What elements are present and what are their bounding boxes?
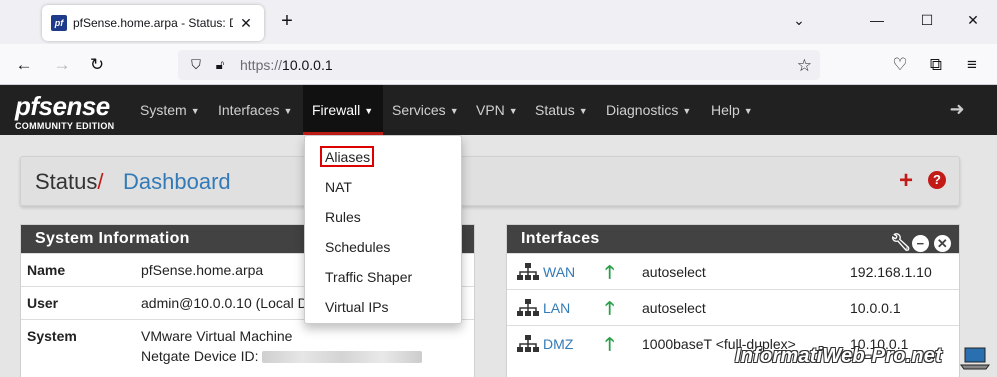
panel-title: Interfaces 🔧︎ − ✕ (507, 225, 959, 253)
interface-link-wan[interactable]: WAN (543, 264, 575, 280)
caret-down-icon: ▼ (508, 106, 518, 117)
caret-down-icon: ▼ (190, 106, 200, 117)
browser-nav-bar: ← → ↻ ⛉ 🔓︎ https://10.0.0.1 ☆ ♡ ⧉ ≡ (0, 44, 997, 85)
caret-down-icon: ▼ (364, 106, 374, 117)
pocket-icon[interactable]: ♡ (888, 53, 912, 77)
network-icon (517, 263, 539, 280)
caret-down-icon: ▼ (743, 106, 753, 117)
lock-warning-icon[interactable]: 🔓︎ (212, 57, 228, 73)
pfsense-logo[interactable]: pfsense COMMUNITY EDITION (15, 91, 123, 131)
url-bar[interactable]: ⛉ 🔓︎ https://10.0.0.1 ☆ (178, 50, 820, 80)
close-panel-icon[interactable]: ✕ (934, 235, 951, 252)
browser-tab-bar: pf pfSense.home.arpa - Status: Da ✕ + ⌄ … (0, 0, 997, 44)
tab-close-icon[interactable]: ✕ (236, 13, 256, 33)
menu-vpn[interactable]: VPN ▼ (476, 85, 518, 135)
firewall-dropdown-menu: Aliases NAT Rules Schedules Traffic Shap… (304, 135, 462, 324)
table-row: LAN 🡑 autoselect 10.0.0.1 (507, 289, 959, 325)
new-tab-icon[interactable]: + (276, 10, 298, 32)
interface-link-dmz[interactable]: DMZ (543, 336, 573, 352)
back-arrow-icon[interactable]: ← (12, 53, 36, 77)
breadcrumb-section: Status/ (35, 169, 104, 194)
browser-tab[interactable]: pf pfSense.home.arpa - Status: Da ✕ (42, 5, 264, 41)
caret-down-icon: ▼ (682, 106, 692, 117)
menu-item-traffic-shaper[interactable]: Traffic Shaper (325, 269, 412, 285)
menu-diagnostics[interactable]: Diagnostics ▼ (606, 85, 691, 135)
blurred-device-id (262, 351, 423, 364)
caret-down-icon: ▼ (283, 106, 293, 117)
watermark: InformatiWeb-Pro.net (735, 345, 942, 367)
url-text[interactable]: https://10.0.0.1 (240, 57, 333, 73)
wrench-icon[interactable]: 🔧︎ (890, 234, 912, 251)
app-menu-icon[interactable]: ≡ (960, 53, 984, 77)
forward-arrow-icon[interactable]: → (50, 53, 74, 77)
status-up-arrow-icon: 🡑 (605, 298, 615, 318)
page-content: Status/ Dashboard + ? System Information… (0, 135, 997, 377)
tab-title: pfSense.home.arpa - Status: Da (73, 16, 233, 30)
breadcrumb: Status/ Dashboard + ? (20, 156, 960, 206)
interface-link-lan[interactable]: LAN (543, 300, 570, 316)
menu-status[interactable]: Status ▼ (535, 85, 588, 135)
pfsense-favicon-icon: pf (51, 15, 67, 31)
breadcrumb-page-link[interactable]: Dashboard (123, 169, 231, 195)
menu-item-rules[interactable]: Rules (325, 209, 361, 225)
help-icon[interactable]: ? (928, 171, 946, 189)
maximize-icon[interactable]: ☐ (917, 10, 937, 30)
add-widget-icon[interactable]: + (899, 168, 913, 194)
bookmark-star-icon[interactable]: ☆ (797, 56, 812, 76)
menu-item-schedules[interactable]: Schedules (325, 239, 390, 255)
network-icon (517, 335, 539, 352)
extensions-icon[interactable]: ⧉ (924, 53, 948, 77)
reload-icon[interactable]: ↻ (85, 53, 109, 77)
table-row: System VMware Virtual Machine Netgate De… (21, 319, 474, 377)
menu-services[interactable]: Services ▼ (392, 85, 459, 135)
minimize-panel-icon[interactable]: − (912, 235, 929, 252)
network-icon (517, 299, 539, 316)
menu-firewall[interactable]: Firewall ▼ (303, 85, 383, 135)
caret-down-icon: ▼ (578, 106, 588, 117)
shield-icon[interactable]: ⛉ (188, 57, 204, 73)
caret-down-icon: ▼ (449, 106, 459, 117)
menu-item-aliases[interactable]: Aliases (325, 149, 370, 165)
table-row: WAN 🡑 autoselect 192.168.1.10 (507, 253, 959, 289)
menu-interfaces[interactable]: Interfaces ▼ (218, 85, 292, 135)
tab-list-chevron-icon[interactable]: ⌄ (789, 10, 809, 30)
status-up-arrow-icon: 🡑 (605, 262, 615, 282)
menu-item-nat[interactable]: NAT (325, 179, 352, 195)
menu-system[interactable]: System ▼ (140, 85, 200, 135)
pfsense-navbar: pfsense COMMUNITY EDITION System ▼ Interf… (0, 85, 997, 135)
logout-icon[interactable]: ➜ (946, 98, 968, 120)
menu-item-virtual-ips[interactable]: Virtual IPs (325, 299, 389, 315)
menu-help[interactable]: Help ▼ (711, 85, 753, 135)
minimize-icon[interactable]: — (867, 10, 887, 30)
status-up-arrow-icon: 🡑 (605, 334, 615, 354)
window-close-icon[interactable]: ✕ (963, 10, 983, 30)
laptop-logo-icon (960, 347, 990, 370)
